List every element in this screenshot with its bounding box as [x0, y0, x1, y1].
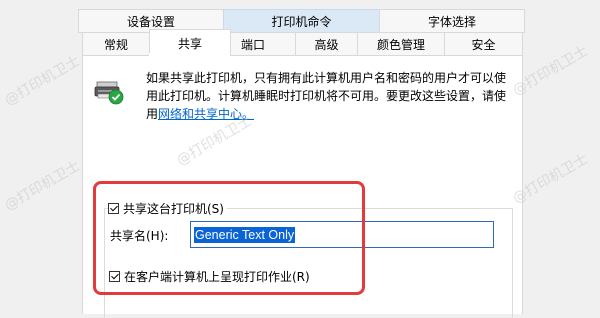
shared-printer-icon [94, 81, 124, 105]
tab-sharing[interactable]: 共享 [149, 29, 231, 56]
highlight-annotation-frame [93, 181, 365, 295]
background-left [0, 0, 72, 314]
window-top-edge [0, 0, 600, 7]
tab-color-management[interactable]: 颜色管理 [357, 32, 445, 56]
tab-advanced[interactable]: 高级 [295, 32, 358, 56]
active-tab-joint [149, 53, 230, 56]
description-line-2: 用此打印机。计算机睡眠时打印机将不可用。要更改这些设置，请使 [146, 89, 507, 103]
tab-font-selection[interactable]: 字体选择 [379, 9, 525, 33]
background-right [522, 0, 600, 314]
description-line-1: 如果共享此打印机，只有拥有此计算机用户名和密码的用户才可以使 [146, 71, 507, 85]
tab-general[interactable]: 常规 [82, 32, 150, 56]
tab-ports[interactable]: 端口 [230, 32, 296, 56]
tab-printer-commands[interactable]: 打印机命令 [223, 9, 380, 33]
sharing-description: 如果共享此打印机，只有拥有此计算机用户名和密码的用户才可以使 用此打印机。计算机… [146, 69, 512, 123]
description-line-3: 用网络和共享中心。 [146, 107, 255, 121]
tab-security[interactable]: 安全 [444, 32, 523, 56]
